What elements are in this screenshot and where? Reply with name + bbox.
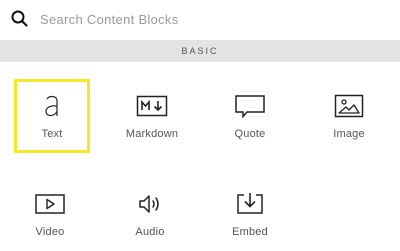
block-label-markdown: Markdown xyxy=(125,128,179,140)
text-icon xyxy=(45,95,58,117)
block-label-embed: Embed xyxy=(232,226,268,238)
block-quote[interactable]: Quote xyxy=(212,79,288,153)
block-audio[interactable]: Audio xyxy=(112,177,188,251)
block-label-image: Image xyxy=(333,128,365,140)
search-input[interactable] xyxy=(40,9,380,29)
block-markdown[interactable]: Markdown xyxy=(114,79,190,153)
search-bar[interactable] xyxy=(0,0,400,40)
block-video[interactable]: Video xyxy=(12,177,88,251)
search-icon xyxy=(11,10,28,27)
block-label-text: Text xyxy=(41,128,63,140)
audio-icon xyxy=(139,195,159,213)
quote-icon xyxy=(235,95,265,119)
block-embed[interactable]: Embed xyxy=(212,177,288,251)
embed-icon xyxy=(237,193,263,214)
block-label-video: Video xyxy=(35,226,65,238)
block-image[interactable]: Image xyxy=(311,79,387,153)
block-text[interactable]: Text xyxy=(14,79,90,153)
block-label-quote: Quote xyxy=(234,128,266,140)
section-title: BASIC xyxy=(181,46,219,56)
video-icon xyxy=(35,194,65,214)
markdown-icon xyxy=(136,95,168,117)
block-label-audio: Audio xyxy=(135,226,165,238)
image-icon xyxy=(334,94,364,118)
section-header-basic: BASIC xyxy=(0,40,400,62)
